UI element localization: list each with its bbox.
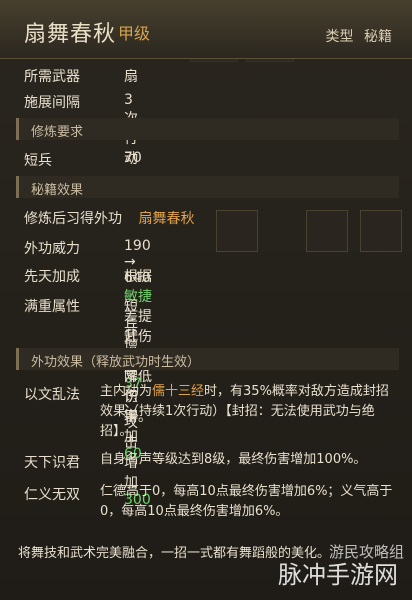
overlay-mask-text: 游民攻略组 [328,543,404,561]
external-title: 外功效果（释放武功时生效） [31,355,201,370]
learn-value: 扇舞春秋 [138,211,195,227]
weapon-value: 扇 [124,69,138,85]
requirements-title: 修炼要求 [31,125,84,140]
effect-text-3: 仁德高于0，每高10点最终伤害增加6%；义气高于0，每高10点最终伤害增加6%。 [100,484,393,519]
power-row: 外功威力 190 → 640 [24,238,151,286]
skill-tooltip: 扇舞春秋 甲级 类型 秘籍 所需武器 扇 施展间隔 3次行动 修炼要求 短兵 7… [0,0,412,600]
weapon-label: 所需武器 [24,69,80,85]
external-section: 外功效果（释放武功时生效） [16,348,399,370]
requirements-section: 修炼要求 [16,118,399,140]
learn-label: 修炼后习得外功 [24,211,122,227]
effects-title: 秘籍效果 [31,183,84,198]
effect-label-3: 仁义无双 [24,487,80,503]
interval-label: 施展间隔 [24,95,80,111]
weapon-row: 所需武器 扇 [24,66,138,86]
effect-text-1: 主内功为儒十三经时，有35%概率对敌方造成封招效果（持续1次行动）【封招：无法使… [100,382,400,442]
innate-row: 先天加成 根据敏捷差提升伤害或降低伤害。 [24,266,152,425]
requirement-value: 70 [124,150,142,166]
effect1-pre: 主内功为 [100,384,153,399]
full-label: 满重属性 [24,299,80,315]
requirement-row: 短兵 70 [24,150,142,170]
effect1-key: 儒十三经 [152,384,205,399]
interval-row: 施展间隔 3次行动 [24,92,138,167]
game-ui-panel: 武道 技能 扇舞春秋 甲级 类型 秘籍 所需武器 扇 施展间隔 3次行动 修炼要… [0,0,412,600]
learn-row: 修炼后习得外功 扇舞春秋 [24,208,194,228]
type-label: 类型 [325,29,354,45]
effects-section: 秘籍效果 [16,176,399,198]
innate-prefix: 根据 [124,269,152,285]
effect-label-1: 以文乱法 [24,387,80,403]
full-attr-row: 满重属性 短兵增加 37 、攻击增加 300 [24,296,151,508]
skill-grade: 甲级 [118,24,151,43]
skill-title: 扇舞春秋 [24,22,117,47]
type-value: 秘籍 [364,29,392,45]
skill-type: 类型 秘籍 [326,26,392,46]
tooltip-header: 扇舞春秋 甲级 类型 秘籍 [0,0,412,59]
effect-text-2: 自身名声等级达到8级，最终伤害增加100%。 [100,452,367,467]
power-label: 外功威力 [24,241,80,257]
effect-label-2: 天下识君 [24,455,80,471]
requirement-label: 短兵 [24,153,52,169]
watermark: 脉冲手游网 游民攻略组 [278,543,404,590]
innate-label: 先天加成 [24,269,80,285]
watermark-text: 脉冲手游网 [278,561,398,589]
